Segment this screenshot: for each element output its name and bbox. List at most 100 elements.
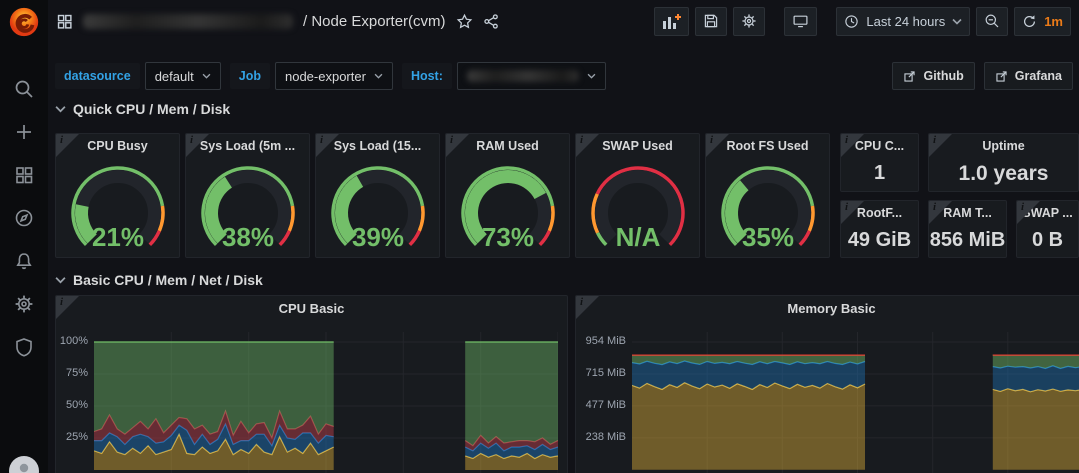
favorite-star-icon[interactable] [456,13,473,30]
gauge-panel: i Sys Load (15... 39% [315,133,440,258]
memory-basic-panel: i Memory Basic 954 MiB 715 MiB 477 MiB 238 … [575,295,1079,473]
memory-basic-chart[interactable]: 954 MiB 715 MiB 477 MiB 238 MiB [576,320,1079,473]
stat-panel: i CPU C... 1 [840,133,919,192]
gauge-arc: 39% [330,166,425,252]
collapse-chevron-icon [55,106,66,113]
alerting-bell-icon[interactable] [14,251,34,271]
cpu-basic-panel: i CPU Basic 100% 75% 50% 25% [55,295,568,473]
panel-info-icon[interactable]: i [576,296,599,319]
toolbar: Last 24 hours 1m [654,6,1071,36]
stat-panel: i RAM T... 856 MiB [928,200,1007,258]
dashboard-links: Github Grafana [892,62,1073,90]
tv-kiosk-mode-button[interactable] [784,6,818,36]
panel-info-icon[interactable]: i [56,296,79,319]
chevron-down-icon [587,73,596,79]
job-select[interactable]: node-exporter [274,62,393,90]
stat-panel: i RootF... 49 GiB [840,200,919,258]
share-icon[interactable] [483,13,500,30]
search-icon[interactable] [14,79,34,99]
y-axis-tick: 50% [65,399,88,411]
chevron-down-icon [952,18,962,25]
y-axis-tick: 715 MiB [585,367,626,379]
gauge-value: N/A [615,222,660,252]
gauge-panel: i Sys Load (5m ... 38% [185,133,310,258]
y-axis-tick: 954 MiB [585,335,626,347]
redacted-host-value [466,70,579,82]
refresh-button-group[interactable]: 1m [1014,6,1071,36]
stat-value: 856 MiB [929,229,1006,251]
y-axis-tick: 25% [65,431,88,443]
dashboard-title[interactable]: / Node Exporter(cvm) [303,13,446,30]
redacted-breadcrumb-text [83,13,293,29]
datasource-label: datasource [55,63,140,89]
explore-compass-icon[interactable] [14,208,34,228]
external-link-icon [904,70,916,82]
gauge-panel: i Root FS Used 35% [705,133,830,258]
external-link-icon [996,70,1007,82]
plot-area[interactable] [94,332,558,473]
stat-value: 1.0 years [958,162,1049,185]
refresh-interval-label[interactable]: 1m [1044,14,1063,29]
stat-panel: i SWAP ... 0 B [1016,200,1079,258]
section-quick-cpu-mem-disk[interactable]: Quick CPU / Mem / Disk [55,101,230,117]
panel-info-icon[interactable]: i [841,134,864,157]
gauge-value: 73% [481,222,533,252]
stat-value: 49 GiB [847,229,912,251]
gauge-value: 39% [351,222,403,252]
gauge-value: 35% [741,222,793,252]
time-range-picker[interactable]: Last 24 hours [836,6,971,36]
y-axis-tick: 100% [59,335,88,347]
panel-title[interactable]: CPU Basic [56,296,567,320]
gauge-row: i CPU Busy 21% i Sys Load (5m ... 38% i Sys Loa… [55,133,830,258]
gauge-value: 21% [91,222,143,252]
grafana-dashboard: / Node Exporter(cvm) Last 24 hours 1m da… [0,0,1079,473]
panel-info-icon[interactable]: i [56,134,79,157]
y-axis: 100% 75% 50% 25% [56,320,94,473]
chevron-down-icon [202,73,211,79]
datasource-select[interactable]: default [144,62,221,90]
github-link[interactable]: Github [892,62,975,90]
panel-info-icon[interactable]: i [316,134,339,157]
cpu-basic-chart[interactable]: 100% 75% 50% 25% [56,320,567,473]
dashboards-grid-icon[interactable] [14,165,34,185]
plot-area[interactable] [632,332,1079,473]
chevron-down-icon [374,73,383,79]
gauge-arc: N/A [590,166,685,252]
grafana-logo-icon[interactable] [7,5,41,39]
dashboard-settings-button[interactable] [733,6,766,36]
stat-row-2: i RootF... 49 GiB i RAM T... 856 MiB i SWAP ...… [840,200,1079,258]
grafana-link[interactable]: Grafana [983,62,1073,90]
y-axis: 954 MiB 715 MiB 477 MiB 238 MiB [576,320,632,473]
panel-info-icon[interactable]: i [446,134,469,157]
panel-info-icon[interactable]: i [841,201,864,224]
dashboard-grid-icon[interactable] [56,13,73,30]
gauge-panel: i CPU Busy 21% [55,133,180,258]
panel-info-icon[interactable]: i [706,134,729,157]
y-axis-tick: 477 MiB [585,398,626,411]
sidebar [0,0,48,473]
panel-title[interactable]: Memory Basic [576,296,1079,320]
job-label: Job [229,63,270,89]
configuration-gear-icon[interactable] [14,294,34,314]
gauge-arc: 38% [200,166,295,252]
breadcrumb: / Node Exporter(cvm) [56,13,500,30]
add-panel-button[interactable] [654,6,690,36]
create-plus-icon[interactable] [14,122,34,142]
section-basic-cpu-mem-net-disk[interactable]: Basic CPU / Mem / Net / Disk [55,272,263,288]
panel-info-icon[interactable]: i [576,134,599,157]
user-avatar[interactable] [9,456,39,473]
gauge-panel: i SWAP Used N/A [575,133,700,258]
job-variable: Job node-exporter [229,62,393,90]
datasource-variable: datasource default [55,62,221,90]
panel-info-icon[interactable]: i [186,134,209,157]
panel-info-icon[interactable]: i [1017,201,1040,224]
server-admin-shield-icon[interactable] [14,337,34,357]
stat-panel: i Uptime 1.0 years [928,133,1079,192]
gauge-value: 38% [221,222,273,252]
panel-info-icon[interactable]: i [929,134,952,157]
zoom-out-time-button[interactable] [976,6,1009,36]
host-select[interactable] [456,62,606,90]
panel-info-icon[interactable]: i [929,201,952,224]
save-dashboard-button[interactable] [695,6,728,36]
top-nav-bar: / Node Exporter(cvm) Last 24 hours 1m [48,0,1079,42]
